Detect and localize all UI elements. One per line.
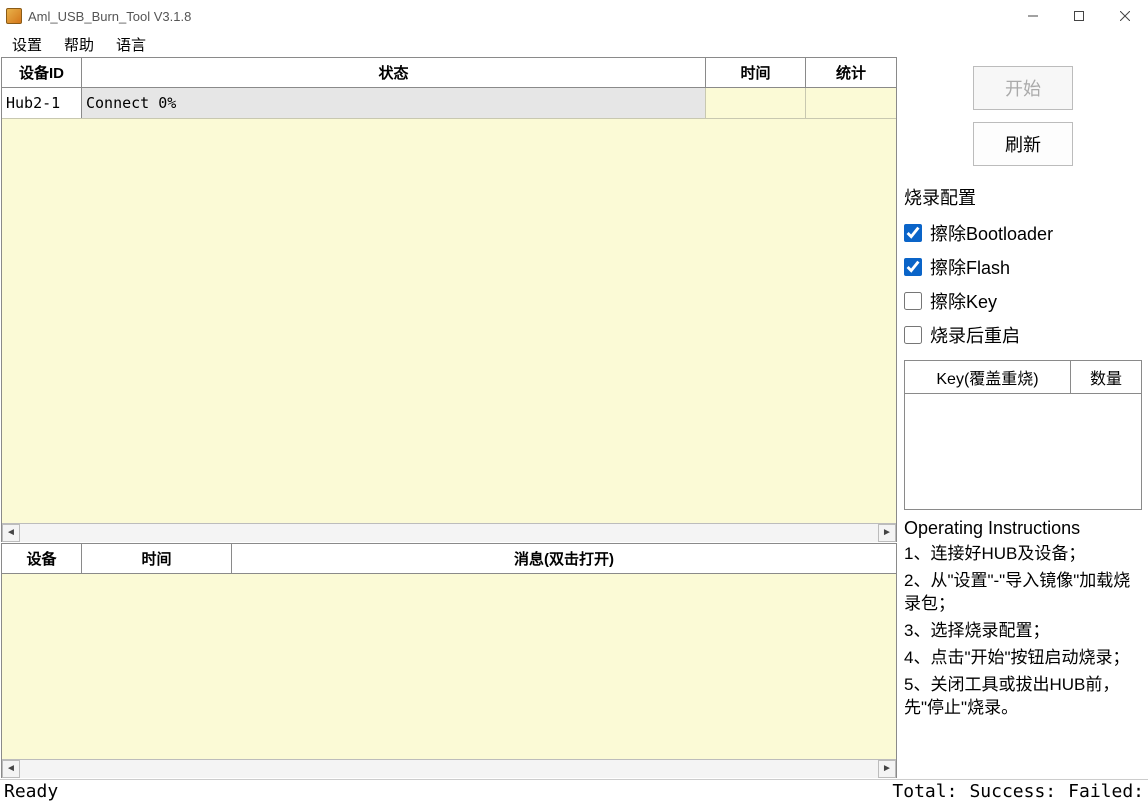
col-header-device[interactable]: 设备 bbox=[2, 544, 82, 573]
side-panel: 开始 刷新 烧录配置 擦除Bootloader 擦除Flash 擦除Key 烧录… bbox=[898, 56, 1148, 779]
close-button[interactable] bbox=[1102, 0, 1148, 32]
col-header-stat[interactable]: 统计 bbox=[806, 58, 896, 87]
refresh-button[interactable]: 刷新 bbox=[973, 122, 1073, 166]
erase-bootloader-label: 擦除Bootloader bbox=[930, 220, 1053, 246]
col-header-state[interactable]: 状态 bbox=[82, 58, 706, 87]
instructions-title: Operating Instructions bbox=[904, 518, 1142, 539]
cell-device-id: Hub2-1 bbox=[2, 88, 82, 118]
scroll-left-icon[interactable]: ◄ bbox=[2, 524, 20, 542]
scroll-right-icon[interactable]: ► bbox=[878, 524, 896, 542]
instruction-line: 1、连接好HUB及设备； bbox=[904, 543, 1142, 566]
device-grid-hscroll[interactable]: ◄ ► bbox=[2, 523, 896, 541]
instruction-line: 5、关闭工具或拔出HUB前，先"停止"烧录。 bbox=[904, 674, 1142, 720]
erase-bootloader-checkbox[interactable] bbox=[904, 224, 922, 242]
col-header-message[interactable]: 消息(双击打开) bbox=[232, 544, 896, 573]
key-table: Key(覆盖重烧) 数量 bbox=[904, 360, 1142, 510]
col-header-msg-time[interactable]: 时间 bbox=[82, 544, 232, 573]
device-grid: 设备ID 状态 时间 统计 Hub2-1 Connect 0% ◄ ► bbox=[1, 57, 897, 542]
reboot-after-checkbox[interactable] bbox=[904, 326, 922, 344]
instruction-line: 3、选择烧录配置； bbox=[904, 620, 1142, 643]
erase-flash-label: 擦除Flash bbox=[930, 254, 1010, 280]
instruction-line: 2、从"设置"-"导入镜像"加载烧录包； bbox=[904, 570, 1142, 616]
status-ready: Ready bbox=[4, 781, 892, 802]
message-grid-hscroll[interactable]: ◄ ► bbox=[2, 759, 896, 777]
erase-key-label: 擦除Key bbox=[930, 288, 997, 314]
message-grid-body bbox=[2, 574, 896, 759]
erase-bootloader-row[interactable]: 擦除Bootloader bbox=[904, 218, 1142, 248]
status-total: Total: bbox=[892, 781, 957, 802]
start-button[interactable]: 开始 bbox=[973, 66, 1073, 110]
burn-config-title: 烧录配置 bbox=[904, 184, 1142, 210]
status-failed: Failed: bbox=[1068, 781, 1144, 802]
col-header-time[interactable]: 时间 bbox=[706, 58, 806, 87]
menu-help[interactable]: 帮助 bbox=[58, 32, 100, 57]
key-col-2[interactable]: 数量 bbox=[1071, 361, 1141, 393]
cell-state: Connect 0% bbox=[82, 88, 706, 118]
erase-key-row[interactable]: 擦除Key bbox=[904, 286, 1142, 316]
cell-stat bbox=[806, 88, 896, 118]
message-grid-header: 设备 时间 消息(双击打开) bbox=[2, 544, 896, 574]
instruction-line: 4、点击"开始"按钮启动烧录； bbox=[904, 647, 1142, 670]
status-success: Success: bbox=[969, 781, 1056, 802]
menubar: 设置 帮助 语言 bbox=[0, 32, 1148, 56]
cell-time bbox=[706, 88, 806, 118]
table-row[interactable]: Hub2-1 Connect 0% bbox=[2, 88, 896, 119]
scroll-track[interactable] bbox=[20, 760, 878, 778]
device-grid-header: 设备ID 状态 时间 统计 bbox=[2, 58, 896, 88]
scroll-left-icon[interactable]: ◄ bbox=[2, 760, 20, 778]
maximize-button[interactable] bbox=[1056, 0, 1102, 32]
scroll-right-icon[interactable]: ► bbox=[878, 760, 896, 778]
scroll-track[interactable] bbox=[20, 524, 878, 542]
menu-language[interactable]: 语言 bbox=[110, 32, 152, 57]
key-col-1[interactable]: Key(覆盖重烧) bbox=[905, 361, 1071, 393]
reboot-after-row[interactable]: 烧录后重启 bbox=[904, 320, 1142, 350]
statusbar: Ready Total: Success: Failed: bbox=[0, 779, 1148, 803]
message-grid: 设备 时间 消息(双击打开) ◄ ► bbox=[1, 543, 897, 778]
erase-flash-row[interactable]: 擦除Flash bbox=[904, 252, 1142, 282]
reboot-after-label: 烧录后重启 bbox=[930, 322, 1020, 348]
app-icon bbox=[6, 8, 22, 24]
erase-flash-checkbox[interactable] bbox=[904, 258, 922, 276]
col-header-device-id[interactable]: 设备ID bbox=[2, 58, 82, 87]
minimize-button[interactable] bbox=[1010, 0, 1056, 32]
erase-key-checkbox[interactable] bbox=[904, 292, 922, 310]
titlebar: Aml_USB_Burn_Tool V3.1.8 bbox=[0, 0, 1148, 32]
window-title: Aml_USB_Burn_Tool V3.1.8 bbox=[28, 9, 191, 24]
menu-settings[interactable]: 设置 bbox=[6, 32, 48, 57]
